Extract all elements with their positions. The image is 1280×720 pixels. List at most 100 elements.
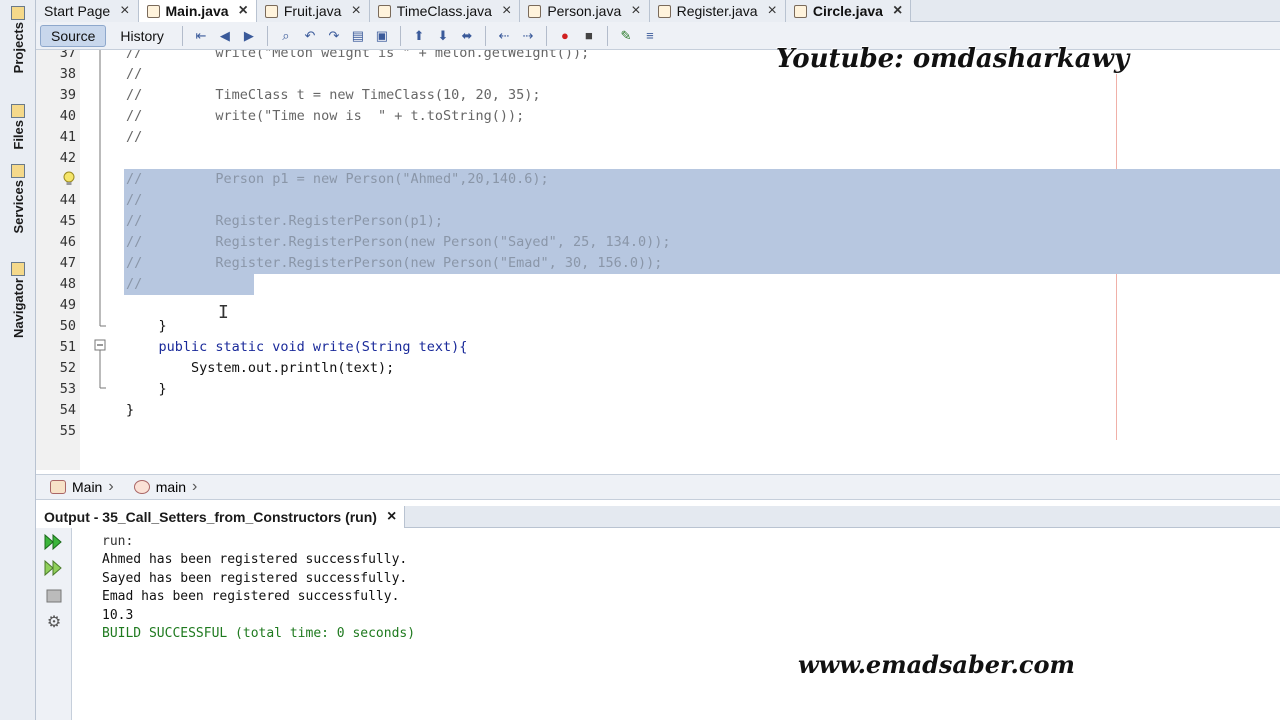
java-file-icon [793,4,807,18]
next-bookmark-icon[interactable]: ⬇ [433,27,453,45]
tab-person-java[interactable]: Person.java × [520,0,650,22]
history-button[interactable]: History [110,25,174,47]
line-text: public static void write(String text){ [126,339,468,355]
breadcrumb-class-main[interactable]: Main › [50,478,114,496]
code-line-selected: 48 // [36,274,1280,295]
tab-main-java[interactable]: Main.java × [138,0,257,22]
code-fold-guides [94,50,106,389]
back-icon[interactable]: ◀ [215,27,235,45]
code-line: 42 [36,148,1280,169]
line-text: System.out.println(text); [126,360,395,376]
line-number: 47 [59,255,76,271]
projects-tab[interactable]: Projects [6,6,30,73]
stop-icon[interactable] [42,586,66,606]
uncomment-icon[interactable]: ≡ [640,27,660,45]
tab-label: Main.java [165,3,229,19]
tab-label: Start Page [44,3,111,19]
services-tab-label: Services [10,180,26,234]
output-line: Sayed has been registered successfully. [102,571,408,586]
close-icon[interactable]: × [502,2,511,20]
close-icon[interactable]: × [351,2,360,20]
build-success-line: BUILD SUCCESSFUL (total time: 0 seconds) [102,626,416,641]
output-header: Output - 35_Call_Setters_from_Constructo… [36,506,1280,528]
tab-timeclass-java[interactable]: TimeClass.java × [369,0,521,22]
line-text: // [126,66,143,82]
find-next-icon[interactable]: ↷ [324,27,344,45]
code-line: 55 [36,421,1280,442]
line-number: 48 [59,276,76,292]
chevron-right-icon: › [108,478,114,495]
toggle-bookmark-icon[interactable]: ⬌ [457,27,477,45]
shift-left-icon[interactable]: ⇠ [494,27,514,45]
previous-bookmark-icon[interactable]: ⬆ [409,27,429,45]
projects-tab-label: Projects [10,22,26,74]
method-icon [133,480,150,494]
close-icon[interactable]: × [768,2,777,20]
line-text: } [126,402,135,418]
line-text: // [126,192,143,208]
line-text: // Person p1 = new Person("Ahmed",20,140… [126,171,549,187]
tab-label: TimeClass.java [396,3,492,19]
line-number: 46 [59,234,76,250]
line-text: // [126,276,143,292]
code-line-selected: 44 // [36,190,1280,211]
code-editor[interactable]: 37 // write("Melon weight is " + melon.g… [36,50,1280,470]
breadcrumb-label: main [155,479,187,495]
line-text: // Register.RegisterPerson(new Person("E… [126,255,663,271]
source-button[interactable]: Source [40,24,107,47]
close-icon[interactable]: × [893,2,902,20]
settings-icon[interactable]: ⚙ [42,612,66,632]
toggle-selection-icon[interactable]: ▣ [372,27,392,45]
breadcrumb-method-main[interactable]: main › [133,478,198,496]
code-line: 41 // [36,127,1280,148]
close-icon[interactable]: × [239,2,248,20]
toggle-highlight-icon[interactable]: ▤ [348,27,368,45]
chevron-right-icon: › [192,478,198,495]
line-text: } [126,381,167,397]
start-macro-icon[interactable]: ● [555,27,575,45]
projects-icon [11,6,25,20]
close-icon[interactable]: × [387,508,396,526]
toolbar-separator [606,25,608,46]
find-icon[interactable]: ⌕ [276,27,296,45]
tab-start-page[interactable]: Start Page × [36,0,139,22]
services-tab[interactable]: Services [6,164,30,234]
class-icon [50,480,66,494]
output-line: Emad has been registered successfully. [102,589,400,604]
breadcrumb: Main › main › [36,474,1280,500]
code-line-selected: // Person p1 = new Person("Ahmed",20,140… [36,169,1280,190]
shift-right-icon[interactable]: ⇢ [518,27,538,45]
tab-register-java[interactable]: Register.java × [649,0,786,22]
line-number: 40 [59,108,76,124]
toolbar-separator [266,25,268,46]
selection-highlight [124,274,254,295]
toolbar-separator [484,25,486,46]
last-edit-icon[interactable]: ⇤ [191,27,211,45]
line-text: // write("Time now is " + t.toString()); [126,108,525,124]
rerun-with-params-icon[interactable] [42,558,66,578]
text-cursor-icon: I [218,302,229,323]
close-icon[interactable]: × [631,2,640,20]
rerun-icon[interactable] [42,532,66,552]
find-previous-icon[interactable]: ↶ [300,27,320,45]
close-icon[interactable]: × [120,2,129,20]
output-line: 10.3 [102,608,134,623]
forward-icon[interactable]: ▶ [239,27,259,45]
code-line: 54 } [36,400,1280,421]
stop-macro-icon[interactable]: ■ [579,27,599,45]
navigator-tab[interactable]: Navigator [6,262,30,338]
editor-tab-bar: Start Page × Main.java × Fruit.java × Ti… [36,0,1280,22]
site-watermark: www.emadsaber.com [798,650,1075,679]
files-tab[interactable]: Files [6,104,30,150]
tab-fruit-java[interactable]: Fruit.java × [256,0,370,22]
line-number: 52 [59,360,76,376]
files-icon [11,104,25,118]
tab-circle-java[interactable]: Circle.java × [785,0,912,22]
tab-output[interactable]: Output - 35_Call_Setters_from_Constructo… [36,506,406,528]
line-number: 51 [59,339,76,355]
toolbar-separator [399,25,401,46]
java-file-icon [377,4,391,18]
comment-icon[interactable]: ✎ [616,27,636,45]
line-number: 42 [59,150,76,166]
output-title: Output - 35_Call_Setters_from_Constructo… [44,509,377,525]
